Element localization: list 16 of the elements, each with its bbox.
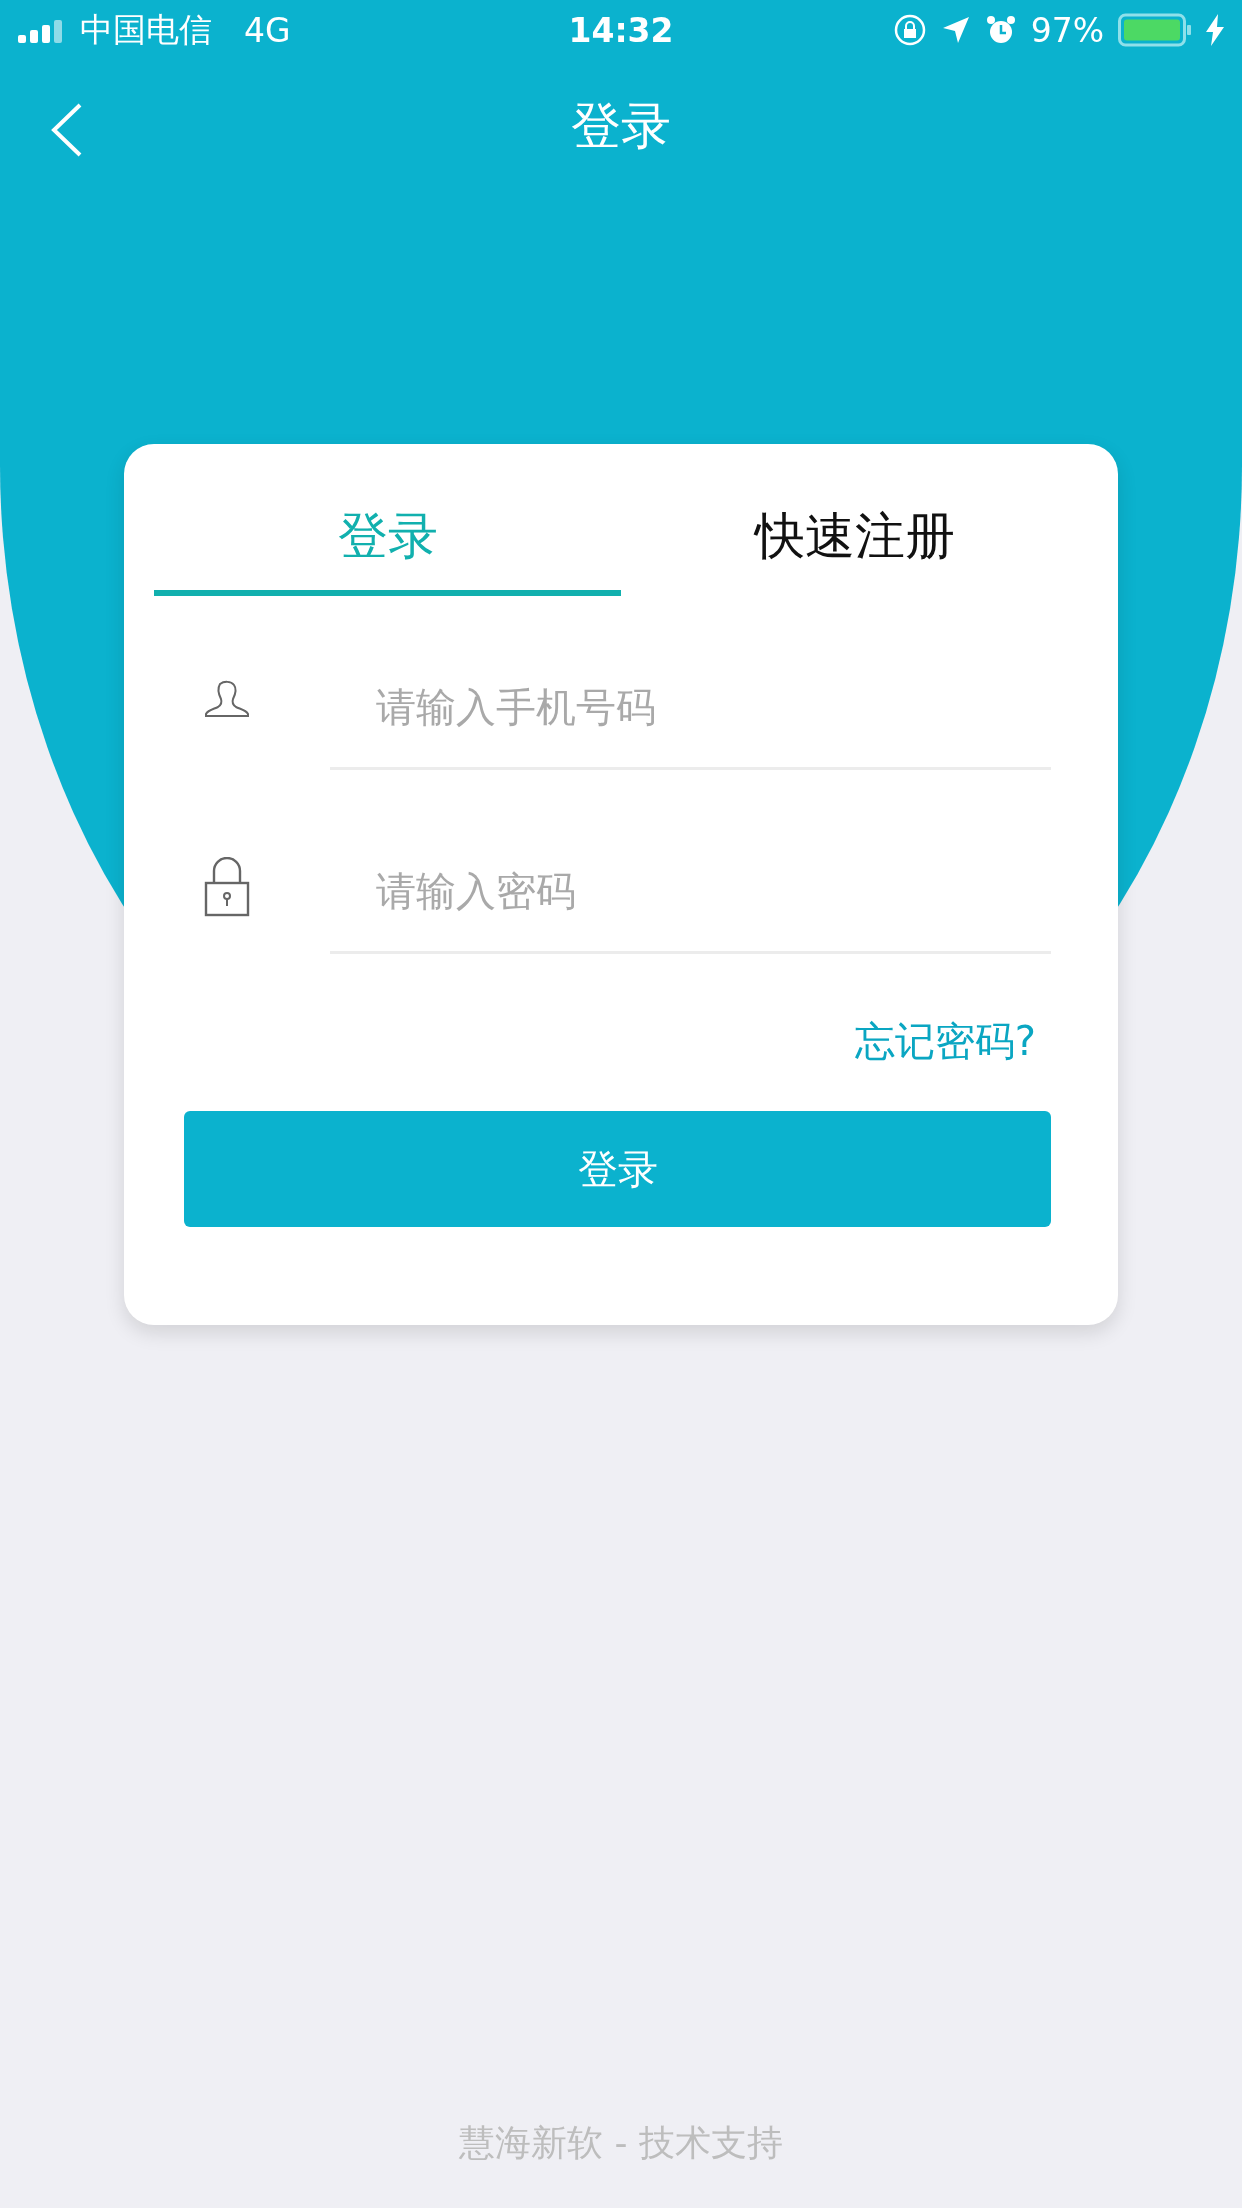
tab[interactable]: 快速注册 [621,444,1088,596]
tab[interactable]: 登录 [154,444,621,596]
carrier-label: 中国电信 [80,8,212,51]
rotation-lock-icon [892,13,927,47]
password-field[interactable]: 请输入密码 [330,840,1051,954]
battery-percent: 97% [1030,10,1104,50]
status-time: 14:32 [568,10,674,50]
forgot-password-link[interactable]: 忘记密码? [854,1014,1036,1069]
battery-icon [1118,13,1192,47]
phone-field[interactable]: 请输入手机号码 [330,656,1051,770]
login-button[interactable]: 登录 [184,1111,1051,1227]
alarm-icon [984,14,1017,46]
network-label: 4G [244,10,291,50]
charging-icon [1206,14,1224,46]
page-title: 登录 [571,95,671,157]
lock-icon [204,857,250,917]
